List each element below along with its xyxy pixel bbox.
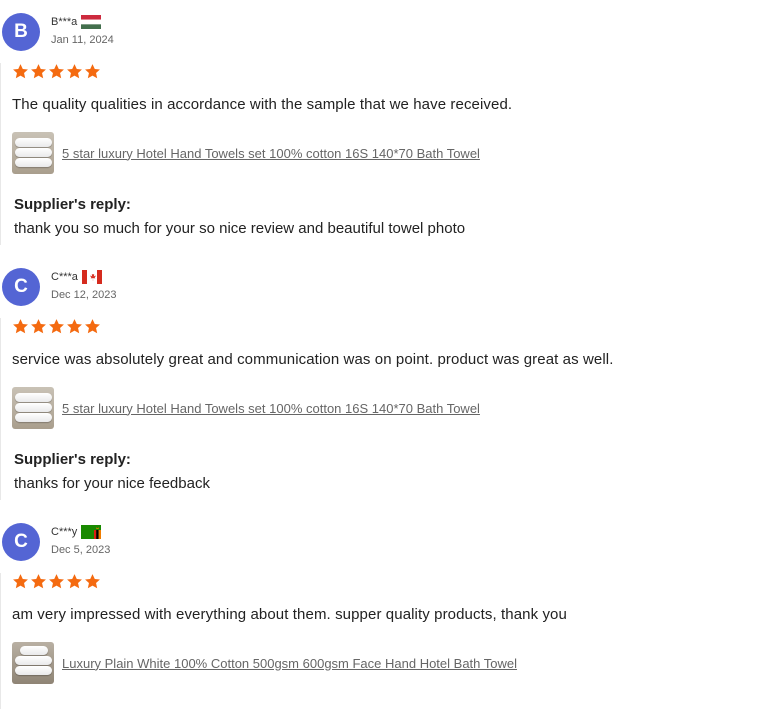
star-icon bbox=[84, 318, 101, 335]
star-icon bbox=[48, 63, 65, 80]
review-comment: service was absolutely great and communi… bbox=[12, 351, 614, 368]
reviewer-name: C***a bbox=[51, 271, 78, 283]
review-date: Dec 5, 2023 bbox=[51, 544, 111, 556]
review-comment: am very impressed with everything about … bbox=[12, 606, 567, 623]
star-icon bbox=[84, 63, 101, 80]
avatar: C bbox=[2, 268, 40, 306]
review-comment: The quality qualities in accordance with… bbox=[12, 96, 513, 113]
star-icon bbox=[66, 63, 83, 80]
star-rating bbox=[12, 573, 784, 591]
star-icon bbox=[84, 573, 101, 590]
product-reference[interactable]: 5 star luxury Hotel Hand Towels set 100%… bbox=[12, 387, 784, 429]
reply-text: thank you so much for your so nice revie… bbox=[14, 220, 466, 237]
reply-text: thanks for your nice feedback bbox=[14, 475, 210, 492]
review-date: Dec 12, 2023 bbox=[51, 289, 117, 301]
star-rating bbox=[12, 63, 784, 81]
star-rating bbox=[12, 318, 784, 336]
reply-title: Supplier's reply: bbox=[14, 196, 131, 213]
star-icon bbox=[66, 318, 83, 335]
supplier-reply: Supplier's reply: thank you so much for … bbox=[0, 195, 784, 245]
product-link[interactable]: Luxury Plain White 100% Cotton 500gsm 60… bbox=[62, 656, 517, 671]
star-icon bbox=[30, 318, 47, 335]
star-icon bbox=[12, 63, 29, 80]
star-icon bbox=[30, 573, 47, 590]
canada-flag-icon bbox=[81, 270, 102, 284]
review-body: service was absolutely great and communi… bbox=[0, 318, 784, 454]
product-reference[interactable]: 5 star luxury Hotel Hand Towels set 100%… bbox=[12, 132, 784, 174]
star-icon bbox=[12, 573, 29, 590]
product-link[interactable]: 5 star luxury Hotel Hand Towels set 100%… bbox=[62, 401, 480, 416]
reviewer-name: B***a bbox=[51, 16, 78, 28]
product-thumbnail[interactable] bbox=[12, 642, 54, 684]
review-body: The quality qualities in accordance with… bbox=[0, 63, 784, 199]
star-icon bbox=[12, 318, 29, 335]
product-thumbnail[interactable] bbox=[12, 132, 54, 174]
supplier-reply: Supplier's reply: thanks for your nice f… bbox=[0, 450, 784, 500]
review-date: Jan 11, 2024 bbox=[51, 34, 114, 46]
product-link[interactable]: 5 star luxury Hotel Hand Towels set 100%… bbox=[62, 146, 480, 161]
review-list: B B***a Jan 11, 2024 The quality qualiti… bbox=[0, 0, 784, 709]
avatar: B bbox=[2, 13, 40, 51]
star-icon bbox=[66, 573, 83, 590]
review-body: am very impressed with everything about … bbox=[0, 573, 784, 709]
product-thumbnail[interactable] bbox=[12, 387, 54, 429]
product-reference[interactable]: Luxury Plain White 100% Cotton 500gsm 60… bbox=[12, 642, 784, 684]
reply-title: Supplier's reply: bbox=[14, 451, 131, 468]
avatar: C bbox=[2, 523, 40, 561]
hungary-flag-icon bbox=[81, 15, 102, 29]
star-icon bbox=[48, 318, 65, 335]
star-icon bbox=[48, 573, 65, 590]
zambia-flag-icon bbox=[81, 525, 102, 539]
reviewer-name: C***y bbox=[51, 526, 78, 538]
star-icon bbox=[30, 63, 47, 80]
